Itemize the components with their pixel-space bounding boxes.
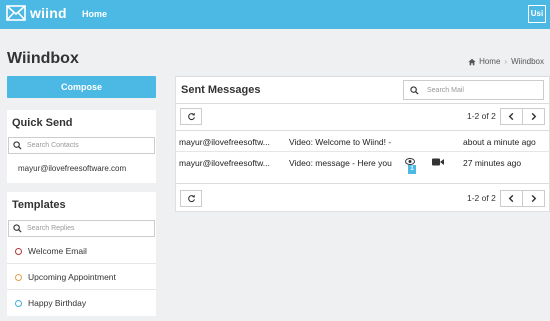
page-title: Wiindbox <box>7 50 79 67</box>
divider <box>7 289 156 290</box>
template-item-happy-birthday[interactable]: Happy Birthday <box>15 298 86 308</box>
search-contacts-input[interactable]: Search Contacts <box>8 137 155 154</box>
next-page-button[interactable] <box>522 190 545 207</box>
previous-page-button[interactable] <box>500 190 523 207</box>
divider <box>175 130 550 131</box>
search-mail-placeholder: Search Mail <box>427 86 464 94</box>
next-page-button[interactable] <box>522 108 545 125</box>
template-label: Welcome Email <box>28 246 87 256</box>
refresh-button[interactable] <box>180 108 202 125</box>
contact-item[interactable]: mayur@ilovefreesoftware.com <box>18 164 126 173</box>
search-mail-input[interactable]: Search Mail <box>403 80 544 100</box>
message-time: about a minute ago <box>463 137 536 147</box>
chevron-right-icon <box>531 112 537 121</box>
divider <box>175 151 550 152</box>
template-color-dot <box>15 273 22 281</box>
sent-messages-title: Sent Messages <box>181 84 261 96</box>
search-contacts-placeholder: Search Contacts <box>27 142 79 149</box>
refresh-icon <box>187 112 195 121</box>
search-replies-input[interactable]: Search Replies <box>8 220 155 237</box>
compose-button[interactable]: Compose <box>7 76 156 98</box>
templates-title: Templates <box>12 199 66 211</box>
video-camera-icon <box>432 158 444 166</box>
message-time: 27 minutes ago <box>463 158 522 168</box>
search-icon <box>410 85 419 95</box>
pager-count: 1-2 of 2 <box>467 111 496 121</box>
template-item-upcoming-appointment[interactable]: Upcoming Appointment <box>15 272 116 282</box>
divider <box>175 183 550 184</box>
chevron-left-icon <box>508 194 514 203</box>
chevron-right-icon <box>531 194 537 203</box>
template-color-dot <box>15 247 22 255</box>
template-label: Upcoming Appointment <box>28 272 116 282</box>
envelope-logo-icon <box>6 5 26 21</box>
message-subject[interactable]: Video: message - Here you <box>289 158 392 168</box>
app-logo[interactable]: wiind <box>6 5 67 21</box>
message-recipient[interactable]: mayur@ilovefreesoftw... <box>179 137 270 147</box>
template-item-welcome-email[interactable]: Welcome Email <box>15 246 87 256</box>
template-color-dot <box>15 299 22 307</box>
refresh-button[interactable] <box>180 190 202 207</box>
divider <box>7 263 156 264</box>
breadcrumb-home[interactable]: Home <box>479 57 500 66</box>
message-recipient[interactable]: mayur@ilovefreesoftw... <box>179 158 270 168</box>
chevron-left-icon <box>508 112 514 121</box>
search-icon <box>13 224 22 233</box>
user-avatar[interactable]: Usi <box>528 5 546 23</box>
message-subject[interactable]: Video: Welcome to Wiind! - <box>289 137 391 147</box>
search-icon <box>13 141 22 150</box>
eye-icon <box>405 158 415 165</box>
view-count-badge: 1 <box>408 165 416 174</box>
previous-page-button[interactable] <box>500 108 523 125</box>
breadcrumb-separator: › <box>504 57 508 66</box>
top-navbar: wiind Home Usi <box>0 0 550 29</box>
search-replies-placeholder: Search Replies <box>27 225 75 232</box>
breadcrumb: Home › Wiindbox <box>468 57 544 66</box>
breadcrumb-current: Wiindbox <box>511 57 544 66</box>
template-label: Happy Birthday <box>28 298 87 308</box>
nav-home-link[interactable]: Home <box>82 9 107 19</box>
home-icon <box>468 58 476 65</box>
divider <box>175 103 550 104</box>
quick-send-title: Quick Send <box>12 117 73 129</box>
pager-count: 1-2 of 2 <box>467 193 496 203</box>
refresh-icon <box>187 194 195 203</box>
logo-text: wiind <box>30 5 67 21</box>
